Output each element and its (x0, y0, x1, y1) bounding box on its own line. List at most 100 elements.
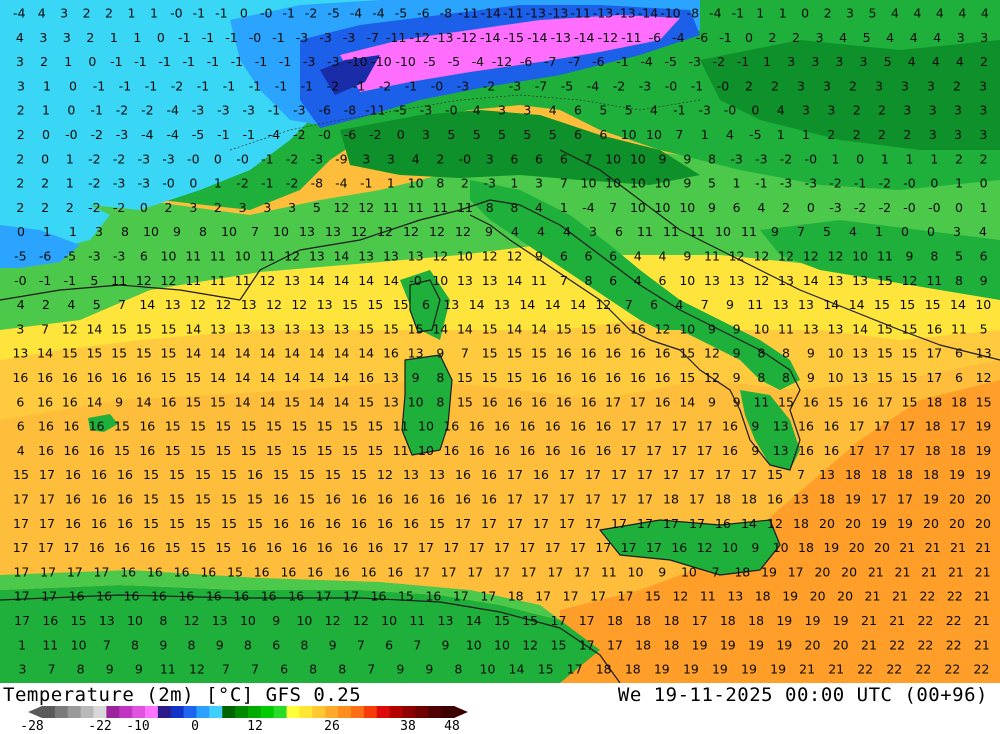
temperature-value: 0 (980, 176, 988, 191)
temperature-value: 4 (936, 6, 944, 21)
temperature-value: 16 (42, 613, 58, 628)
temperature-value: 14 (309, 346, 325, 361)
temperature-value: -3 (138, 176, 150, 191)
temperature-value: -13 (593, 6, 613, 21)
temperature-value: -1 (90, 103, 102, 118)
scale-swatch (183, 706, 198, 718)
temperature-value: 18 (923, 467, 939, 482)
temperature-value: 1 (906, 151, 914, 166)
scale-swatch (80, 706, 95, 718)
temperature-value: 15 (190, 419, 206, 434)
temperature-value: 15 (506, 346, 522, 361)
temperature-value: 9 (658, 564, 666, 579)
temperature-value: 14 (309, 394, 325, 409)
temperature-value: 3 (263, 200, 271, 215)
temperature-value: -14 (574, 30, 594, 45)
temperature-value: 14 (309, 370, 325, 385)
temperature-value: 13 (798, 297, 814, 312)
temperature-value: -4 (141, 127, 154, 142)
temperature-value: 17 (663, 467, 679, 482)
temperature-value: 10 (628, 564, 644, 579)
temperature-value: 6 (422, 297, 430, 312)
temperature-value: 16 (37, 370, 53, 385)
temperature-value: 11 (741, 224, 757, 239)
temperature-value: 13 (284, 273, 300, 288)
temperature-value: 18 (741, 492, 757, 507)
temperature-value: 16 (531, 394, 547, 409)
temperature-value: -3 (88, 249, 100, 264)
temperature-value: -13 (525, 6, 545, 21)
temperature-value: 1 (980, 200, 988, 215)
temperature-value: 3 (860, 54, 868, 69)
temperature-value: 12 (377, 224, 393, 239)
temperature-value: 17 (94, 564, 110, 579)
temperature-value: 15 (538, 662, 554, 677)
temperature-value: 15 (531, 346, 547, 361)
temperature-value: 17 (567, 662, 583, 677)
temperature-value: 18 (720, 613, 736, 628)
temperature-value: 12 (259, 273, 275, 288)
temperature-value: -3 (698, 103, 710, 118)
temperature-value: 20 (837, 589, 853, 604)
temperature-value: -0 (431, 78, 444, 93)
temperature-value: 14 (86, 394, 102, 409)
temperature-value: 21 (861, 613, 877, 628)
temperature-value: 1 (43, 224, 51, 239)
scale-swatch (389, 706, 404, 718)
temperature-value: 15 (221, 467, 237, 482)
temperature-value: 14 (210, 346, 226, 361)
temperature-value: 6 (272, 637, 280, 652)
temperature-value: -2 (286, 151, 298, 166)
temperature-value: 21 (865, 589, 881, 604)
temperature-value: 21 (895, 564, 911, 579)
temperature-value: 16 (111, 370, 127, 385)
temperature-value: 17 (533, 492, 549, 507)
temperature-value: 19 (748, 637, 764, 652)
temperature-value: 13 (803, 321, 819, 336)
temperature-value: 16 (377, 516, 393, 531)
scale-swatch (42, 706, 56, 718)
temperature-value: 15 (342, 443, 358, 458)
temperature-value: -1 (145, 78, 157, 93)
temperature-value: 17 (547, 564, 563, 579)
temperature-value: 15 (86, 346, 102, 361)
scale-tick-label: 48 (444, 719, 460, 734)
temperature-value: 5 (90, 273, 98, 288)
temperature-value: -3 (730, 151, 742, 166)
temperature-value: 22 (946, 613, 962, 628)
temperature-value: -1 (217, 127, 229, 142)
temperature-value: 16 (147, 564, 163, 579)
temperature-value: 15 (874, 297, 890, 312)
temperature-value: 16 (139, 419, 155, 434)
temperature-value: 15 (114, 443, 130, 458)
temperature-value: 14 (309, 273, 325, 288)
temperature-value: 21 (974, 637, 990, 652)
temperature-value: 2 (903, 127, 911, 142)
temperature-value: 17 (697, 443, 713, 458)
scale-max-arrow (454, 706, 468, 718)
temperature-value: 17 (467, 564, 483, 579)
temperature-value: 17 (507, 492, 523, 507)
temperature-value: 1 (881, 151, 889, 166)
temperature-value: 12 (215, 297, 231, 312)
temperature-value: 16 (429, 492, 445, 507)
temperature-value: 11 (663, 224, 679, 239)
scale-tick-label: 26 (324, 719, 340, 734)
temperature-value: 3 (979, 103, 987, 118)
temperature-value: -2 (116, 103, 128, 118)
temperature-value: 15 (136, 346, 152, 361)
temperature-value: 16 (367, 540, 383, 555)
temperature-value: 12 (704, 346, 720, 361)
temperature-value: 18 (508, 589, 524, 604)
temperature-value: 13 (773, 419, 789, 434)
temperature-value: 20 (949, 492, 965, 507)
temperature-value: -7 (544, 54, 556, 69)
temperature-value: 14 (185, 346, 201, 361)
temperature-value: 5 (549, 127, 557, 142)
temperature-value: 5 (708, 176, 716, 191)
temperature-value: -6 (318, 103, 331, 118)
temperature-value: 14 (259, 370, 275, 385)
temperature-value: -11 (458, 6, 478, 21)
temperature-value: 4 (412, 151, 420, 166)
temperature-value: 16 (722, 443, 738, 458)
